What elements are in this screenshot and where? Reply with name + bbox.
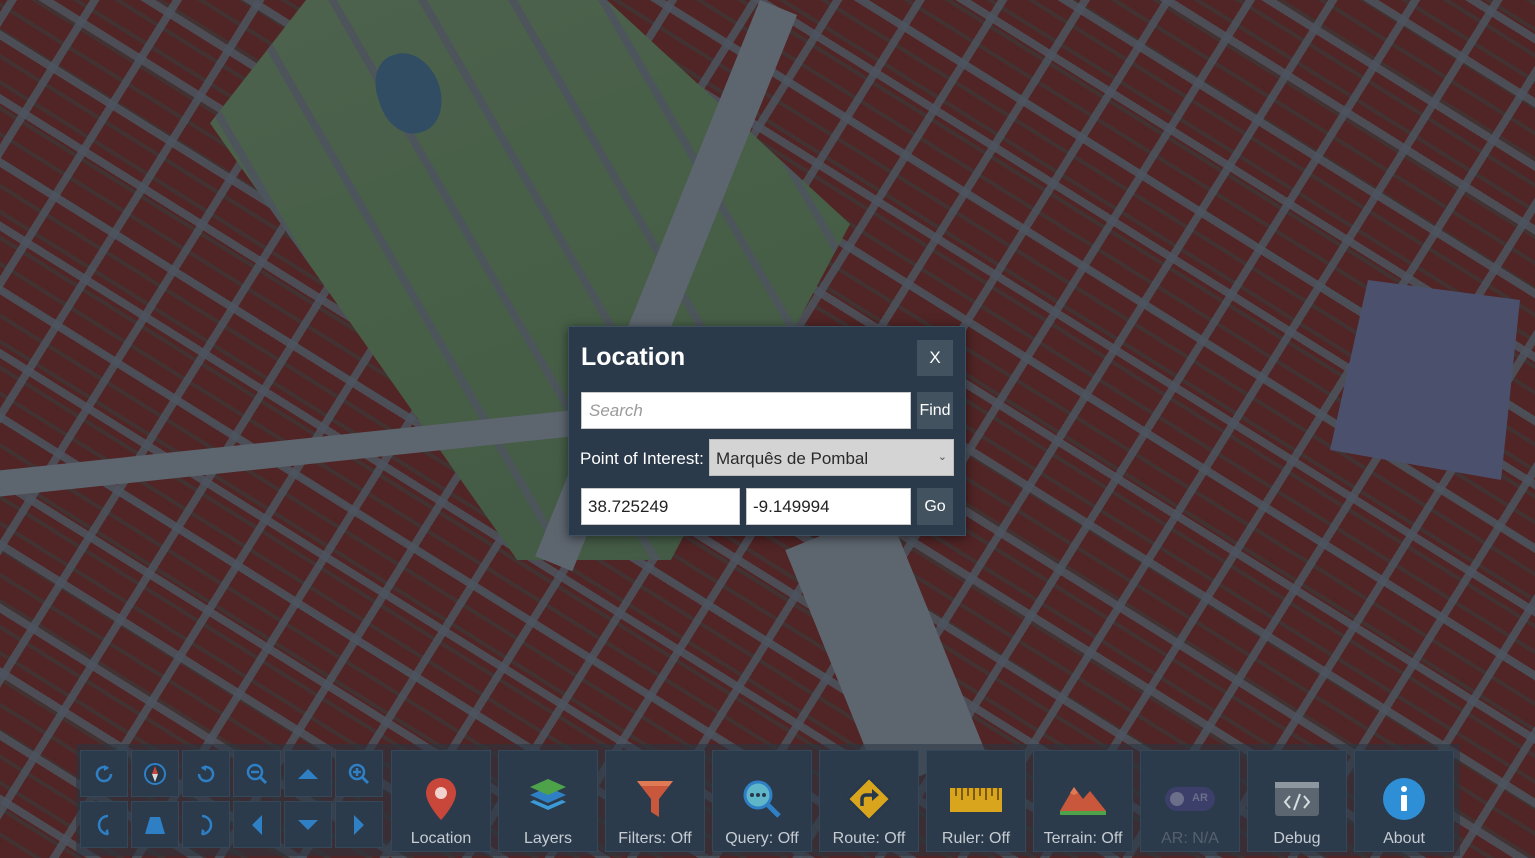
ar-toggle-icon: AR [1162, 775, 1218, 823]
query-label: Query: Off [725, 830, 799, 847]
pan-down-icon [298, 819, 318, 830]
terrain-button[interactable]: Terrain: Off [1033, 750, 1133, 852]
compass-icon [144, 762, 166, 785]
code-icon [1269, 775, 1325, 823]
route-label: Route: Off [832, 830, 906, 847]
pan-up-button[interactable] [284, 750, 332, 797]
rotate-left-icon [95, 764, 113, 782]
longitude-input[interactable] [746, 488, 911, 525]
pan-left-icon [252, 814, 262, 835]
chevron-down-icon: ⌄ [937, 451, 947, 463]
tilt-icon [145, 816, 165, 834]
rotate-right-button[interactable] [182, 750, 230, 797]
compass-button[interactable] [131, 750, 179, 797]
zoom-in-icon [348, 763, 370, 784]
tilt-left-icon [97, 814, 109, 835]
rotate-left-button[interactable] [80, 750, 128, 797]
tilt-right-button[interactable] [182, 801, 230, 848]
tilt-right-icon [201, 814, 213, 835]
pan-up-icon [298, 768, 318, 779]
layers-label: Layers [523, 830, 573, 847]
pan-right-icon [354, 814, 364, 835]
tilt-left-button[interactable] [80, 801, 128, 848]
debug-button[interactable]: Debug [1247, 750, 1347, 852]
dialog-title: Location [581, 343, 686, 371]
filter-icon [627, 775, 683, 823]
navigation-pad [80, 750, 386, 852]
ar-badge-text: AR [1192, 792, 1208, 804]
rotate-right-icon [197, 764, 215, 782]
filters-label: Filters: Off [618, 830, 692, 847]
close-button[interactable]: X [917, 340, 953, 376]
zoom-out-icon [246, 763, 268, 784]
zoom-out-button[interactable] [233, 750, 281, 797]
poi-label: Point of Interest: [580, 449, 704, 468]
location-dialog: Location X Find Point of Interest: Marqu… [568, 326, 966, 536]
filters-button[interactable]: Filters: Off [605, 750, 705, 852]
query-magnifier-icon [734, 775, 790, 823]
terrain-label: Terrain: Off [1043, 830, 1123, 847]
pan-right-button[interactable] [335, 801, 383, 848]
tilt-button[interactable] [131, 801, 179, 848]
ar-label: AR: N/A [1161, 830, 1219, 847]
info-icon [1376, 775, 1432, 823]
pan-left-button[interactable] [233, 801, 281, 848]
layers-icon [520, 775, 576, 823]
terrain-icon [1055, 775, 1111, 823]
location-button[interactable]: Location [391, 750, 491, 852]
ar-button: AR AR: N/A [1140, 750, 1240, 852]
route-button[interactable]: Route: Off [819, 750, 919, 852]
search-input[interactable] [581, 392, 911, 429]
route-sign-icon [841, 775, 897, 823]
ruler-icon [948, 775, 1004, 823]
map-pin-icon [413, 775, 469, 823]
query-button[interactable]: Query: Off [712, 750, 812, 852]
latitude-input[interactable] [581, 488, 740, 525]
find-button[interactable]: Find [917, 392, 953, 429]
pan-down-button[interactable] [284, 801, 332, 848]
poi-dropdown[interactable]: Marquês de Pombal ⌄ [709, 439, 954, 476]
zoom-in-button[interactable] [335, 750, 383, 797]
go-button[interactable]: Go [917, 488, 953, 525]
ruler-label: Ruler: Off [941, 830, 1011, 847]
ruler-button[interactable]: Ruler: Off [926, 750, 1026, 852]
poi-selected-value: Marquês de Pombal [716, 449, 869, 468]
about-label: About [1383, 830, 1425, 847]
layers-button[interactable]: Layers [498, 750, 598, 852]
location-label: Location [410, 830, 472, 847]
bottom-toolbar: Location Layers Filters: Off Query: Off … [76, 744, 1460, 856]
debug-label: Debug [1273, 830, 1321, 847]
about-button[interactable]: About [1354, 750, 1454, 852]
